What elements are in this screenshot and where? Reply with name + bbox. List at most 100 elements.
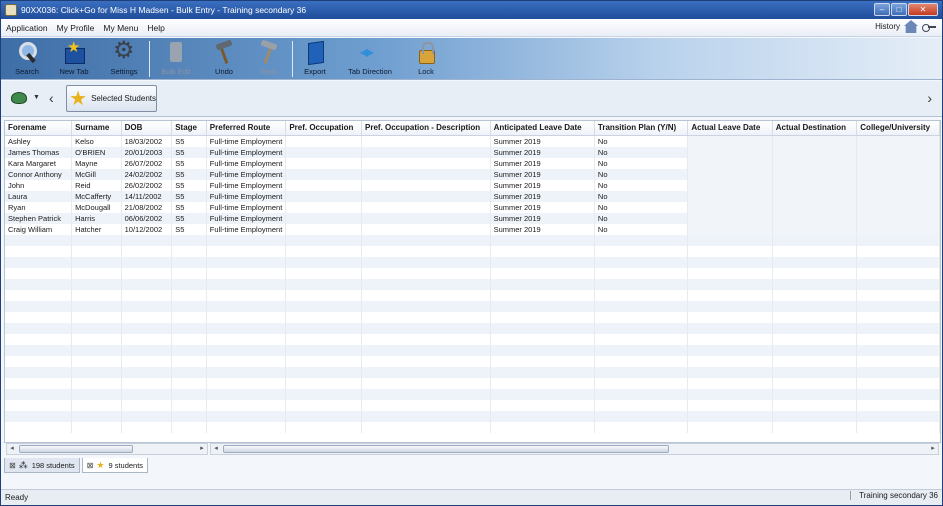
table-cell[interactable]: Summer 2019 (490, 168, 595, 180)
table-cell[interactable] (856, 212, 940, 224)
table-cell[interactable] (856, 223, 940, 235)
table-cell[interactable]: S5 (171, 179, 207, 191)
table-cell[interactable] (856, 201, 940, 213)
table-cell[interactable] (687, 179, 773, 191)
table-row[interactable]: Kara Margaret Mayne 26/07/2002 S5 Full-time … (5, 157, 940, 169)
table-cell[interactable]: Summer 2019 (490, 190, 595, 202)
bulk-edit-button[interactable]: Bulk Edit (161, 40, 191, 78)
table-cell[interactable]: 06/06/2002 (121, 212, 173, 224)
table-row[interactable]: John Reid 26/02/2002 S5 Full-time Employment… (5, 179, 940, 191)
table-cell[interactable]: S5 (171, 146, 207, 158)
key-icon[interactable] (922, 23, 936, 32)
tab-selected-students[interactable]: ⊠ ★ 9 students (81, 458, 149, 473)
table-cell[interactable]: No (594, 179, 689, 191)
table-cell[interactable]: Full-time Employment (206, 223, 287, 235)
lock-button[interactable]: Lock (413, 40, 439, 78)
col-header-pref-occupation-description[interactable]: Pref. Occupation - Description (361, 121, 491, 136)
table-cell[interactable] (361, 190, 491, 202)
scroll-thumb[interactable] (19, 445, 133, 453)
table-cell[interactable] (772, 190, 858, 202)
table-cell[interactable]: Summer 2019 (490, 212, 595, 224)
tab-all-students[interactable]: ⊠ ⁂ 198 students (4, 458, 80, 473)
table-cell[interactable]: Ashley (5, 135, 73, 147)
table-cell[interactable] (856, 179, 940, 191)
menu-help[interactable]: Help (143, 23, 168, 33)
table-cell[interactable] (361, 168, 491, 180)
table-cell[interactable] (772, 179, 858, 191)
table-cell[interactable]: No (594, 190, 689, 202)
scroll-left-arrow-icon[interactable]: ◂ (7, 444, 17, 454)
table-cell[interactable]: Connor Anthony (5, 168, 73, 180)
col-header-actual-destination[interactable]: Actual Destination (772, 121, 858, 136)
table-cell[interactable] (361, 179, 491, 191)
table-cell[interactable]: 21/08/2002 (121, 201, 173, 213)
table-cell[interactable] (772, 212, 858, 224)
table-cell[interactable] (285, 179, 362, 191)
table-cell[interactable] (856, 190, 940, 202)
search-button[interactable]: Search (13, 40, 41, 78)
table-cell[interactable] (856, 157, 940, 169)
table-cell[interactable] (687, 190, 773, 202)
table-cell[interactable]: Summer 2019 (490, 146, 595, 158)
col-header-dob[interactable]: DOB (121, 121, 173, 136)
table-cell[interactable]: Full-time Employment (206, 168, 287, 180)
menu-my-menu[interactable]: My Menu (99, 23, 142, 33)
table-cell[interactable] (285, 168, 362, 180)
table-cell[interactable]: No (594, 212, 689, 224)
table-cell[interactable]: 20/01/2003 (121, 146, 173, 158)
table-cell[interactable]: Summer 2019 (490, 223, 595, 235)
col-header-pref-occupation[interactable]: Pref. Occupation (285, 121, 362, 136)
table-row[interactable]: Laura McCafferty 14/11/2002 S5 Full-time Emp… (5, 190, 940, 202)
table-cell[interactable]: S5 (171, 157, 207, 169)
table-cell[interactable] (285, 135, 362, 147)
col-header-surname[interactable]: Surname (71, 121, 122, 136)
table-row[interactable]: Ashley Kelso 18/03/2002 S5 Full-time Employm… (5, 135, 940, 147)
table-row[interactable]: James Thomas O'BRIEN 20/01/2003 S5 Full-time… (5, 146, 940, 158)
table-cell[interactable] (687, 135, 773, 147)
table-cell[interactable] (772, 223, 858, 235)
table-cell[interactable]: 10/12/2002 (121, 223, 173, 235)
table-cell[interactable] (361, 157, 491, 169)
col-header-stage[interactable]: Stage (171, 121, 207, 136)
table-cell[interactable]: Full-time Employment (206, 179, 287, 191)
table-cell[interactable]: McCafferty (71, 190, 122, 202)
table-cell[interactable]: McGill (71, 168, 122, 180)
view-dropdown-arrow-icon[interactable]: ▼ (33, 94, 40, 101)
table-cell[interactable] (687, 212, 773, 224)
table-cell[interactable]: S5 (171, 212, 207, 224)
table-cell[interactable] (285, 223, 362, 235)
right-hscrollbar[interactable]: ◂ ▸ (210, 443, 939, 455)
selected-students-button[interactable]: ★ Selected Students (66, 85, 157, 112)
minimize-button[interactable]: – (874, 3, 890, 16)
table-cell[interactable]: Kelso (71, 135, 122, 147)
table-cell[interactable] (285, 201, 362, 213)
table-cell[interactable]: Craig William (5, 223, 73, 235)
table-cell[interactable]: Stephen Patrick (5, 212, 73, 224)
table-cell[interactable] (361, 201, 491, 213)
table-cell[interactable] (687, 157, 773, 169)
table-cell[interactable]: McDougall (71, 201, 122, 213)
table-cell[interactable]: 14/11/2002 (121, 190, 173, 202)
col-header-anticipated-leave-date[interactable]: Anticipated Leave Date (490, 121, 595, 136)
table-cell[interactable]: S5 (171, 201, 207, 213)
table-cell[interactable] (772, 135, 858, 147)
table-cell[interactable] (361, 212, 491, 224)
table-cell[interactable]: Summer 2019 (490, 157, 595, 169)
table-cell[interactable]: Full-time Employment (206, 146, 287, 158)
table-cell[interactable] (361, 135, 491, 147)
table-cell[interactable] (772, 146, 858, 158)
close-tab-icon[interactable]: ⊠ (9, 461, 16, 470)
table-cell[interactable]: S5 (171, 168, 207, 180)
table-cell[interactable]: 24/02/2002 (121, 168, 173, 180)
table-cell[interactable]: Full-time Employment (206, 135, 287, 147)
scroll-right-arrow-icon[interactable]: ▸ (928, 444, 938, 454)
table-cell[interactable]: Full-time Employment (206, 157, 287, 169)
table-cell[interactable]: Summer 2019 (490, 179, 595, 191)
table-cell[interactable] (856, 168, 940, 180)
table-cell[interactable]: Full-time Employment (206, 190, 287, 202)
table-cell[interactable] (772, 201, 858, 213)
table-cell[interactable] (285, 190, 362, 202)
table-cell[interactable]: No (594, 223, 689, 235)
maximize-button[interactable]: □ (891, 3, 907, 16)
table-cell[interactable]: Kara Margaret (5, 157, 73, 169)
